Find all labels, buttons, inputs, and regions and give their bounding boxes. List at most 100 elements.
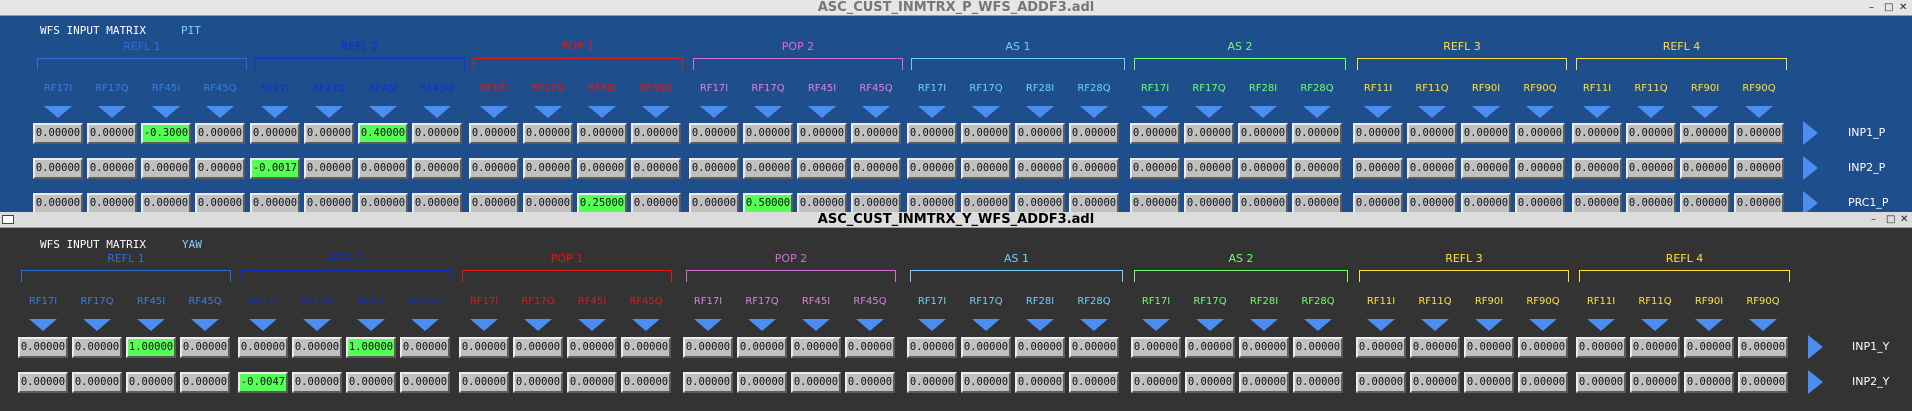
matrix-element-field[interactable]: 0.00000 bbox=[1292, 123, 1342, 144]
matrix-element-field[interactable]: 0.00000 bbox=[577, 158, 627, 179]
matrix-element-field[interactable]: 0.00000 bbox=[126, 372, 176, 393]
matrix-element-field[interactable]: 0.00000 bbox=[1626, 123, 1676, 144]
matrix-element-field[interactable]: 0.00000 bbox=[851, 193, 901, 212]
row-arrow-icon[interactable] bbox=[1808, 370, 1823, 394]
down-arrow-icon[interactable] bbox=[1587, 319, 1615, 331]
matrix-element-field[interactable]: 0.00000 bbox=[1131, 337, 1181, 358]
matrix-element-field[interactable]: 0.00000 bbox=[1410, 337, 1460, 358]
matrix-element-field[interactable]: 0.00000 bbox=[87, 123, 137, 144]
matrix-element-field[interactable]: 0.00000 bbox=[346, 372, 396, 393]
down-arrow-icon[interactable] bbox=[1195, 106, 1223, 118]
down-arrow-icon[interactable] bbox=[98, 106, 126, 118]
matrix-element-field[interactable]: 0.00000 bbox=[238, 337, 288, 358]
matrix-element-field[interactable]: 0.00000 bbox=[87, 158, 137, 179]
matrix-element-field[interactable]: 0.00000 bbox=[907, 123, 957, 144]
matrix-element-field[interactable]: 0.00000 bbox=[250, 123, 300, 144]
matrix-element-field[interactable]: 0.00000 bbox=[1238, 158, 1288, 179]
down-arrow-icon[interactable] bbox=[137, 319, 165, 331]
down-arrow-icon[interactable] bbox=[524, 319, 552, 331]
down-arrow-icon[interactable] bbox=[1080, 106, 1108, 118]
matrix-element-field[interactable]: 0.00000 bbox=[1572, 158, 1622, 179]
matrix-element-field[interactable]: 0.00000 bbox=[513, 337, 563, 358]
down-arrow-icon[interactable] bbox=[754, 106, 782, 118]
down-arrow-icon[interactable] bbox=[29, 319, 57, 331]
matrix-element-field[interactable]: 0.00000 bbox=[469, 193, 519, 212]
down-arrow-icon[interactable] bbox=[1475, 319, 1503, 331]
down-arrow-icon[interactable] bbox=[1421, 319, 1449, 331]
matrix-element-field[interactable]: -0.3000 bbox=[141, 123, 191, 144]
matrix-element-field[interactable]: 0.00000 bbox=[1184, 123, 1234, 144]
matrix-element-field[interactable]: 0.00000 bbox=[1239, 372, 1289, 393]
down-arrow-icon[interactable] bbox=[972, 106, 1000, 118]
down-arrow-icon[interactable] bbox=[411, 319, 439, 331]
row-arrow-icon[interactable] bbox=[1808, 335, 1823, 359]
matrix-element-field[interactable]: 0.00000 bbox=[1680, 158, 1730, 179]
matrix-element-field[interactable]: 0.00000 bbox=[1293, 372, 1343, 393]
matrix-element-field[interactable]: 0.00000 bbox=[743, 123, 793, 144]
matrix-element-field[interactable]: 0.00000 bbox=[1184, 193, 1234, 212]
matrix-element-field[interactable]: 0.00000 bbox=[400, 337, 450, 358]
down-arrow-icon[interactable] bbox=[856, 319, 884, 331]
matrix-element-field[interactable]: 0.00000 bbox=[1680, 123, 1730, 144]
matrix-element-field[interactable]: 0.00000 bbox=[1069, 372, 1119, 393]
matrix-element-field[interactable]: 0.00000 bbox=[1015, 372, 1065, 393]
matrix-element-field[interactable]: 0.00000 bbox=[1626, 193, 1676, 212]
matrix-element-field[interactable]: 0.00000 bbox=[1515, 123, 1565, 144]
matrix-element-field[interactable]: 0.00000 bbox=[400, 372, 450, 393]
down-arrow-icon[interactable] bbox=[694, 319, 722, 331]
matrix-element-field[interactable]: 0.00000 bbox=[621, 337, 671, 358]
matrix-element-field[interactable]: 0.00000 bbox=[358, 193, 408, 212]
matrix-element-field[interactable]: 0.00000 bbox=[1680, 193, 1730, 212]
matrix-element-field[interactable]: 0.00000 bbox=[250, 193, 300, 212]
close-icon[interactable]: ✕ bbox=[1900, 212, 1908, 227]
down-arrow-icon[interactable] bbox=[44, 106, 72, 118]
matrix-element-field[interactable]: 0.00000 bbox=[1069, 123, 1119, 144]
matrix-element-field[interactable]: 0.00000 bbox=[791, 372, 841, 393]
matrix-element-field[interactable]: 0.00000 bbox=[1238, 193, 1288, 212]
down-arrow-icon[interactable] bbox=[303, 319, 331, 331]
matrix-element-field[interactable]: 0.00000 bbox=[1515, 158, 1565, 179]
down-arrow-icon[interactable] bbox=[315, 106, 343, 118]
matrix-element-field[interactable]: 0.00000 bbox=[1015, 337, 1065, 358]
matrix-element-field[interactable]: 0.40000 bbox=[358, 123, 408, 144]
matrix-element-field[interactable]: 0.00000 bbox=[1069, 158, 1119, 179]
matrix-element-field[interactable]: 0.00000 bbox=[689, 123, 739, 144]
down-arrow-icon[interactable] bbox=[1364, 106, 1392, 118]
down-arrow-icon[interactable] bbox=[1304, 319, 1332, 331]
matrix-element-field[interactable]: 0.00000 bbox=[180, 372, 230, 393]
down-arrow-icon[interactable] bbox=[261, 106, 289, 118]
matrix-element-field[interactable]: 0.00000 bbox=[523, 123, 573, 144]
matrix-element-field[interactable]: 0.00000 bbox=[195, 123, 245, 144]
matrix-element-field[interactable]: 0.00000 bbox=[1292, 158, 1342, 179]
down-arrow-icon[interactable] bbox=[1141, 106, 1169, 118]
matrix-element-field[interactable]: 0.00000 bbox=[72, 372, 122, 393]
matrix-element-field[interactable]: 0.00000 bbox=[1572, 123, 1622, 144]
down-arrow-icon[interactable] bbox=[918, 319, 946, 331]
matrix-element-field[interactable]: 0.00000 bbox=[1630, 337, 1680, 358]
matrix-element-field[interactable]: 0.00000 bbox=[1734, 193, 1784, 212]
matrix-element-field[interactable]: 0.00000 bbox=[1130, 123, 1180, 144]
matrix-element-field[interactable]: 0.00000 bbox=[1356, 372, 1406, 393]
matrix-element-field[interactable]: 0.00000 bbox=[907, 193, 957, 212]
minimize-icon[interactable]: – bbox=[1871, 212, 1876, 227]
matrix-element-field[interactable]: 0.00000 bbox=[1738, 372, 1788, 393]
matrix-element-field[interactable]: 0.00000 bbox=[631, 193, 681, 212]
matrix-element-field[interactable]: 0.00000 bbox=[1734, 123, 1784, 144]
down-arrow-icon[interactable] bbox=[808, 106, 836, 118]
matrix-element-field[interactable]: 0.00000 bbox=[961, 193, 1011, 212]
matrix-element-field[interactable]: 0.00000 bbox=[195, 193, 245, 212]
matrix-element-field[interactable]: 0.00000 bbox=[304, 193, 354, 212]
matrix-element-field[interactable]: 0.00000 bbox=[469, 123, 519, 144]
matrix-element-field[interactable]: 0.00000 bbox=[1461, 193, 1511, 212]
matrix-element-field[interactable]: 0.00000 bbox=[1131, 372, 1181, 393]
matrix-element-field[interactable]: 0.00000 bbox=[1410, 372, 1460, 393]
matrix-element-field[interactable]: 0.00000 bbox=[797, 158, 847, 179]
matrix-element-field[interactable]: 0.00000 bbox=[851, 123, 901, 144]
matrix-element-field[interactable]: 0.00000 bbox=[1293, 337, 1343, 358]
down-arrow-icon[interactable] bbox=[1026, 106, 1054, 118]
matrix-element-field[interactable]: 0.00000 bbox=[961, 372, 1011, 393]
matrix-element-field[interactable]: 0.00000 bbox=[577, 123, 627, 144]
down-arrow-icon[interactable] bbox=[1691, 106, 1719, 118]
matrix-element-field[interactable]: 0.00000 bbox=[1461, 123, 1511, 144]
matrix-element-field[interactable]: 1.00000 bbox=[346, 337, 396, 358]
